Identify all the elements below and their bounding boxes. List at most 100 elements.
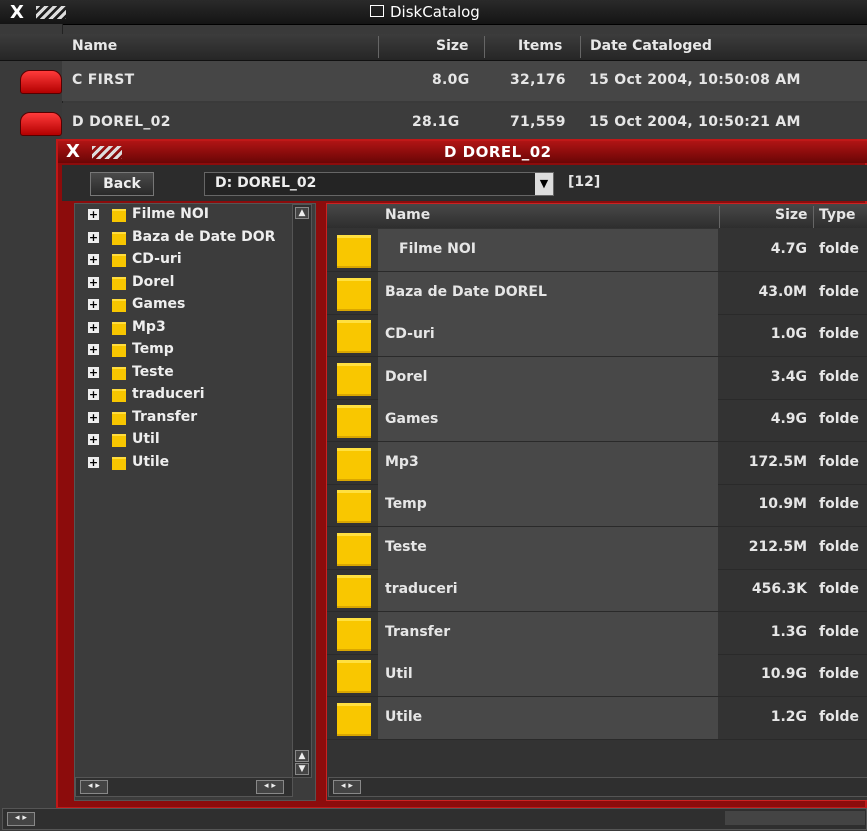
close-icon[interactable]: X <box>66 141 80 162</box>
tree-item[interactable]: + Util <box>88 431 292 451</box>
expand-icon[interactable]: + <box>88 389 99 400</box>
file-type: folde <box>819 581 860 597</box>
column-header-date[interactable]: Date Cataloged <box>590 38 712 54</box>
expand-icon[interactable]: + <box>88 231 99 243</box>
tree-item[interactable]: + Utile <box>88 454 292 474</box>
file-name: Teste <box>385 538 427 555</box>
file-name: Utile <box>385 708 423 725</box>
tree-vertical-scrollbar[interactable]: ▲ ▲ ▼ <box>292 204 312 778</box>
file-row[interactable]: Temp 10.9M folde <box>327 484 867 527</box>
tree-item-label: Utile <box>132 453 170 470</box>
scroll-thumb[interactable] <box>725 811 865 825</box>
column-header-size[interactable]: Size <box>436 38 469 54</box>
browser-toolbar: Back D: DOREL_02 ▼ [12] <box>62 165 867 201</box>
expand-icon[interactable]: + <box>88 344 99 355</box>
folder-icon <box>337 320 371 353</box>
file-size: 43.0M <box>758 283 807 300</box>
expand-icon[interactable]: + <box>88 254 99 265</box>
expand-icon[interactable]: + <box>88 276 99 288</box>
disk-row[interactable]: D DOREL_02 28.1G 71,559 15 Oct 2004, 10:… <box>62 103 867 143</box>
tree-item-label: Mp3 <box>132 318 166 335</box>
tree-item[interactable]: + traduceri <box>88 386 292 406</box>
column-header-size[interactable]: Size <box>775 207 808 223</box>
folder-icon <box>337 447 371 481</box>
tree-item[interactable]: + Temp <box>88 341 292 361</box>
file-row[interactable]: Baza de Date DOREL 43.0M folde <box>327 271 867 315</box>
scroll-left-right-icon[interactable]: ◂ ▸ <box>7 812 35 826</box>
list-horizontal-scrollbar[interactable]: ◂ ▸ <box>328 777 867 797</box>
file-name: Baza de Date DOREL <box>385 283 547 300</box>
close-icon[interactable]: X <box>10 2 24 23</box>
scroll-left-right-icon[interactable]: ◂ ▸ <box>256 780 284 794</box>
tree-item[interactable]: + Transfer <box>88 409 292 429</box>
file-row[interactable]: Utile 1.2G folde <box>327 696 867 740</box>
scroll-down-icon[interactable]: ▼ <box>295 763 309 775</box>
expand-icon[interactable]: + <box>88 209 99 220</box>
window-drag-handle[interactable] <box>36 6 66 19</box>
tree-item-label: traduceri <box>132 386 205 402</box>
hard-disk-icon[interactable] <box>20 112 62 136</box>
file-row[interactable]: Util 10.9G folde <box>327 654 867 697</box>
file-type: folde <box>819 538 860 555</box>
expand-icon[interactable]: + <box>88 366 99 378</box>
tree-item[interactable]: + Games <box>88 296 292 316</box>
file-row[interactable]: traduceri 456.3K folde <box>327 569 867 612</box>
file-row[interactable]: Teste 212.5M folde <box>327 526 867 570</box>
column-header-name[interactable]: Name <box>72 38 117 54</box>
file-size: 212.5M <box>748 538 807 555</box>
file-row[interactable]: Games 4.9G folde <box>327 399 867 442</box>
window-drag-handle[interactable] <box>92 146 122 159</box>
column-header-type[interactable]: Type <box>819 207 856 223</box>
folder-icon <box>112 411 126 425</box>
chevron-down-icon[interactable]: ▼ <box>535 173 553 195</box>
disk-list-header: Name Size Items Date Cataloged <box>0 34 867 61</box>
file-row[interactable]: Mp3 172.5M folde <box>327 441 867 485</box>
column-header-name[interactable]: Name <box>385 207 430 223</box>
main-horizontal-scrollbar[interactable]: ◂ ▸ <box>2 808 867 830</box>
scroll-left-right-icon[interactable]: ◂ ▸ <box>80 780 108 794</box>
expand-icon[interactable]: + <box>88 411 99 423</box>
column-header-items[interactable]: Items <box>518 38 562 54</box>
browser-title: D DOREL_02 <box>444 143 552 161</box>
file-row[interactable]: Transfer 1.3G folde <box>327 611 867 655</box>
tree-item[interactable]: + Dorel <box>88 274 292 294</box>
tree-item-label: Teste <box>132 363 174 380</box>
expand-icon[interactable]: + <box>88 456 99 468</box>
file-name: Transfer <box>385 623 451 640</box>
tree-item[interactable]: + Teste <box>88 364 292 384</box>
file-row[interactable]: CD-uri 1.0G folde <box>327 314 867 357</box>
path-select[interactable]: D: DOREL_02 ▼ <box>204 172 554 196</box>
back-button[interactable]: Back <box>90 172 154 196</box>
folder-icon <box>337 575 371 608</box>
tree-item[interactable]: + Filme NOI <box>88 206 292 226</box>
file-size: 10.9M <box>758 496 807 512</box>
disk-row[interactable]: C FIRST 8.0G 32,176 15 Oct 2004, 10:50:0… <box>62 61 867 101</box>
tree-item-label: Transfer <box>132 408 198 425</box>
tree-item-label: Dorel <box>132 273 175 290</box>
disk-date: 15 Oct 2004, 10:50:08 AM <box>589 72 801 88</box>
tree-item-label: Games <box>132 296 186 312</box>
expand-icon[interactable]: + <box>88 321 99 333</box>
tree-item[interactable]: + Mp3 <box>88 319 292 339</box>
main-title-bar: X DiskCatalog <box>0 0 867 25</box>
file-size: 1.3G <box>770 623 807 640</box>
file-size: 1.0G <box>770 326 807 342</box>
expand-icon[interactable]: + <box>88 299 99 310</box>
folder-icon <box>337 617 371 651</box>
disk-date: 15 Oct 2004, 10:50:21 AM <box>589 114 801 130</box>
expand-icon[interactable]: + <box>88 434 99 445</box>
file-row[interactable]: Filme NOI 4.7G folde <box>327 229 867 272</box>
file-size: 1.2G <box>770 708 807 725</box>
file-list-header: Name Size Type <box>327 204 867 228</box>
scroll-up-icon[interactable]: ▲ <box>295 207 309 219</box>
file-row[interactable]: Dorel 3.4G folde <box>327 356 867 400</box>
file-type: folde <box>819 708 860 725</box>
disk-items: 71,559 <box>510 114 566 130</box>
tree-horizontal-scrollbar[interactable]: ◂ ▸ ◂ ▸ <box>75 777 293 797</box>
scroll-left-right-icon[interactable]: ◂ ▸ <box>333 780 361 794</box>
file-type: folde <box>819 411 860 427</box>
tree-item[interactable]: + Baza de Date DOR <box>88 229 292 249</box>
scroll-up-icon[interactable]: ▲ <box>295 750 309 762</box>
tree-item[interactable]: + CD-uri <box>88 251 292 271</box>
hard-disk-icon[interactable] <box>20 70 62 94</box>
